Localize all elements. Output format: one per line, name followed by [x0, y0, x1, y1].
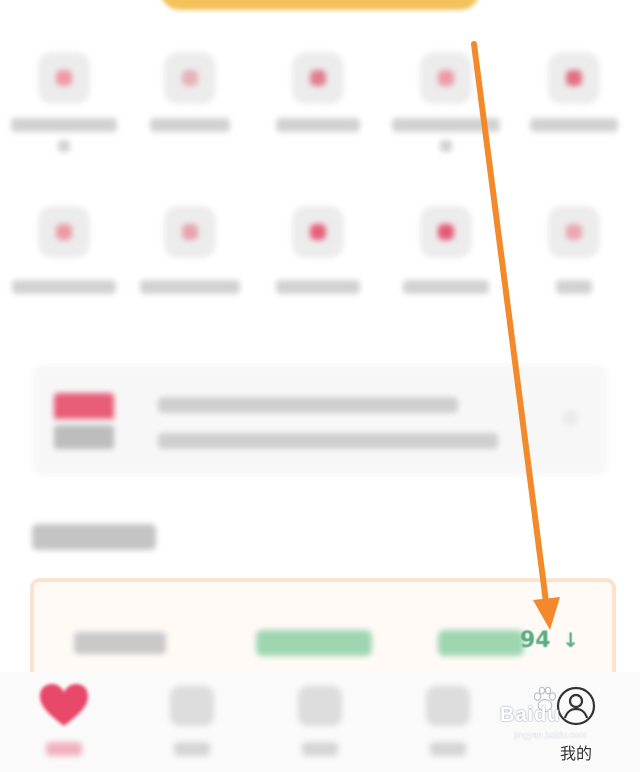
- feature-icon: [420, 52, 472, 104]
- feature-icon: [164, 206, 216, 258]
- grid-item[interactable]: [128, 206, 252, 294]
- tab-icon: [298, 686, 342, 726]
- grid-item[interactable]: [256, 52, 380, 132]
- tab-icon: [170, 686, 214, 726]
- grid-item[interactable]: [384, 52, 508, 152]
- feature-icon: [548, 206, 600, 258]
- notice-badge: [54, 393, 114, 451]
- tab-2[interactable]: [128, 672, 256, 772]
- user-icon: [556, 686, 596, 726]
- card-value: 94 ↓: [520, 628, 579, 653]
- notice-text-line-1: [158, 397, 458, 413]
- tab-home[interactable]: [0, 672, 128, 772]
- feature-icon: [292, 206, 344, 258]
- chevron-right-icon[interactable]: [562, 410, 578, 426]
- card-tag-1: [256, 630, 372, 656]
- tab-icon: [426, 686, 470, 726]
- tab-me[interactable]: 我的: [512, 672, 640, 772]
- feature-icon: [164, 52, 216, 104]
- grid-item[interactable]: [256, 206, 380, 294]
- feature-icon: [420, 206, 472, 258]
- tab-me-label: 我的: [559, 744, 592, 763]
- card-item-name: [74, 632, 166, 654]
- notice-text-line-2: [158, 433, 498, 449]
- grid-item[interactable]: [512, 206, 636, 294]
- feature-icon: [548, 52, 600, 104]
- feature-icon: [38, 206, 90, 258]
- grid-item[interactable]: [384, 206, 508, 294]
- bottom-tab-bar: 我的: [0, 672, 640, 772]
- card-value-number: 94: [520, 628, 551, 653]
- trend-down-icon: ↓: [562, 628, 580, 652]
- tab-4[interactable]: [384, 672, 512, 772]
- grid-item[interactable]: [128, 52, 252, 132]
- heart-icon: [40, 684, 88, 726]
- grid-item[interactable]: [2, 52, 126, 152]
- notice-card[interactable]: [32, 365, 608, 475]
- top-banner[interactable]: [160, 0, 480, 10]
- grid-item[interactable]: [512, 52, 636, 132]
- feature-icon: [38, 52, 90, 104]
- tab-3[interactable]: [256, 672, 384, 772]
- card-tag-2: [438, 630, 524, 656]
- feature-icon: [292, 52, 344, 104]
- grid-item[interactable]: [2, 206, 126, 294]
- section-title: [32, 524, 156, 550]
